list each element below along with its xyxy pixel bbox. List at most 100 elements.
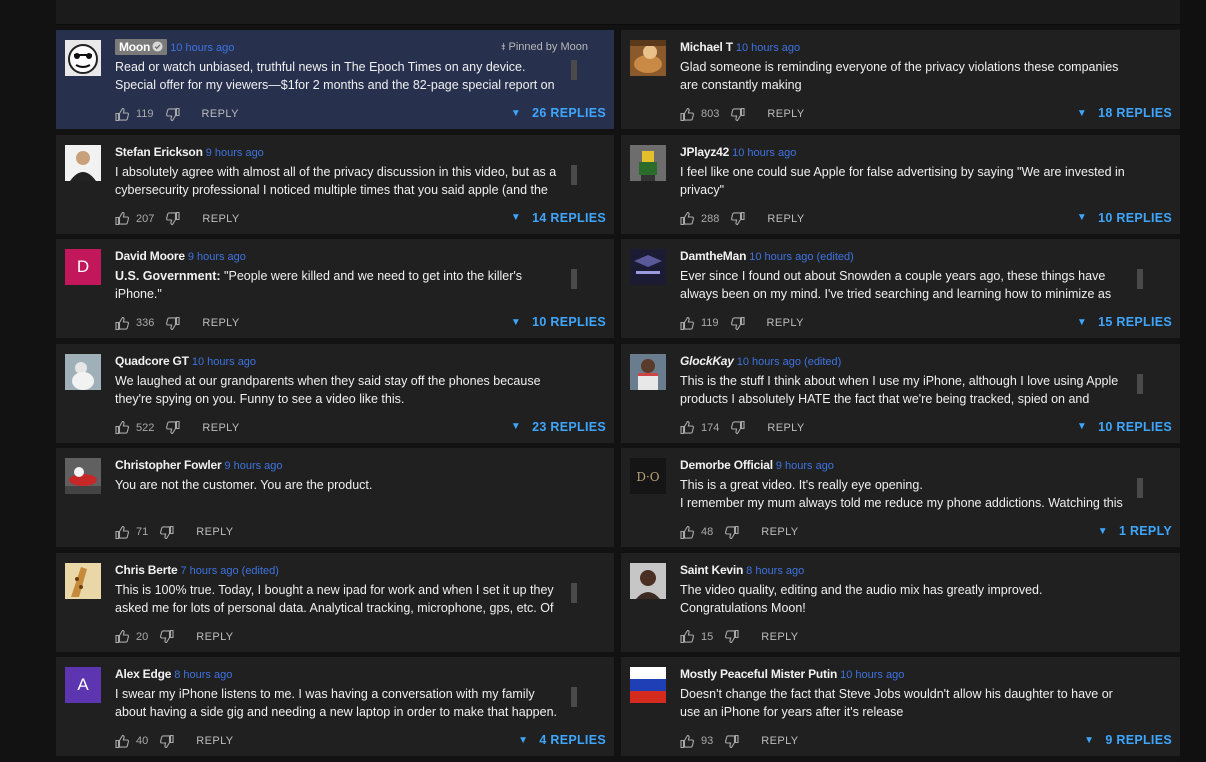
author-avatar[interactable]: D·O <box>630 458 666 494</box>
like-button[interactable] <box>115 421 129 434</box>
reply-button[interactable]: REPLY <box>202 108 239 120</box>
like-button[interactable] <box>115 525 129 539</box>
like-button[interactable] <box>680 734 694 748</box>
comment-timestamp[interactable]: 8 hours ago <box>746 565 804 577</box>
comment-scroll-thumb[interactable] <box>1137 269 1143 289</box>
like-button[interactable] <box>115 316 129 330</box>
author-name[interactable]: Chris Berte <box>115 563 178 577</box>
like-button[interactable] <box>680 421 694 434</box>
comment-timestamp[interactable]: 10 hours ago <box>192 356 256 368</box>
view-replies-button[interactable]: ▼ 15 REPLIES <box>1077 315 1172 329</box>
like-button[interactable] <box>115 734 129 748</box>
comment-timestamp[interactable]: 10 hours ago <box>736 42 800 54</box>
dislike-button[interactable] <box>160 525 174 539</box>
author-avatar[interactable] <box>65 458 101 494</box>
comment-scroll-thumb[interactable] <box>1137 373 1143 394</box>
comment-timestamp[interactable]: 9 hours ago <box>206 147 264 159</box>
author-name[interactable]: GlockKay <box>680 354 734 368</box>
author-name[interactable]: DamtheMan <box>680 249 746 263</box>
view-replies-button[interactable]: ▼ 10 REPLIES <box>511 315 606 329</box>
comment-scroll-thumb[interactable] <box>571 60 577 80</box>
like-button[interactable] <box>680 630 694 643</box>
dislike-button[interactable] <box>160 630 174 643</box>
view-replies-button[interactable]: ▼ 9 REPLIES <box>1084 733 1172 747</box>
dislike-button[interactable] <box>725 630 739 643</box>
comment-scroll-thumb[interactable] <box>1137 478 1143 498</box>
author-avatar[interactable] <box>65 40 101 76</box>
author-avatar[interactable] <box>630 144 666 181</box>
dislike-button[interactable] <box>730 316 745 330</box>
comment-timestamp[interactable]: 7 hours ago (edited) <box>181 565 279 577</box>
page-scrollbar-track[interactable] <box>1180 0 1206 762</box>
view-replies-button[interactable]: ▼ 10 REPLIES <box>1077 211 1172 225</box>
comment-timestamp[interactable]: 9 hours ago <box>776 460 834 472</box>
reply-button[interactable]: REPLY <box>761 735 798 747</box>
author-avatar[interactable] <box>630 249 666 285</box>
author-name[interactable]: David Moore <box>115 249 185 263</box>
like-button[interactable] <box>115 630 129 643</box>
dislike-button[interactable] <box>166 212 180 225</box>
like-button[interactable] <box>115 212 129 225</box>
author-avatar[interactable] <box>630 353 666 390</box>
author-avatar[interactable] <box>630 667 666 703</box>
like-button[interactable] <box>680 525 694 539</box>
dislike-button[interactable] <box>731 421 745 434</box>
dislike-button[interactable] <box>160 734 174 748</box>
dislike-button[interactable] <box>166 316 180 330</box>
author-name[interactable]: Alex Edge <box>115 667 171 681</box>
like-button[interactable] <box>680 212 694 225</box>
comment-scroll-thumb[interactable] <box>571 687 577 707</box>
dislike-button[interactable] <box>731 212 745 225</box>
author-name[interactable]: Mostly Peaceful Mister Putin <box>680 667 837 681</box>
like-button[interactable] <box>680 107 694 121</box>
view-replies-button[interactable]: ▼ 23 REPLIES <box>511 420 606 434</box>
comment-timestamp[interactable]: 10 hours ago <box>840 669 904 681</box>
comment-timestamp[interactable]: 9 hours ago <box>224 460 282 472</box>
view-replies-button[interactable]: ▼ 26 REPLIES <box>511 106 606 120</box>
dislike-button[interactable] <box>725 734 739 748</box>
view-replies-button[interactable]: ▼ 14 REPLIES <box>511 211 606 225</box>
author-name[interactable]: Christopher Fowler <box>115 458 222 472</box>
author-name[interactable]: Moon <box>115 39 168 55</box>
like-button[interactable] <box>680 316 694 330</box>
author-avatar[interactable] <box>630 40 666 76</box>
view-replies-button[interactable]: ▼ 4 REPLIES <box>518 733 606 747</box>
reply-button[interactable]: REPLY <box>196 526 233 538</box>
author-name[interactable]: Demorbe Official <box>680 458 773 472</box>
reply-button[interactable]: REPLY <box>196 735 233 747</box>
dislike-button[interactable] <box>731 107 745 121</box>
comment-scroll-thumb[interactable] <box>571 582 577 603</box>
comment-timestamp[interactable]: 10 hours ago <box>170 42 234 54</box>
comment-timestamp[interactable]: 8 hours ago <box>174 669 232 681</box>
comment-timestamp[interactable]: 9 hours ago <box>188 251 246 263</box>
author-avatar[interactable] <box>630 562 666 599</box>
comment-scroll-thumb[interactable] <box>571 164 577 185</box>
reply-button[interactable]: REPLY <box>761 631 798 643</box>
author-avatar[interactable] <box>65 353 101 390</box>
view-replies-button[interactable]: ▼ 10 REPLIES <box>1077 420 1172 434</box>
comment-scroll-thumb[interactable] <box>571 269 577 289</box>
author-name[interactable]: Michael T <box>680 40 733 54</box>
reply-button[interactable]: REPLY <box>202 317 239 329</box>
author-name[interactable]: Saint Kevin <box>680 563 743 577</box>
view-replies-button[interactable]: ▼ 1 REPLY <box>1098 524 1172 538</box>
reply-button[interactable]: REPLY <box>767 108 804 120</box>
reply-button[interactable]: REPLY <box>202 213 239 225</box>
reply-button[interactable]: REPLY <box>202 422 239 434</box>
reply-button[interactable]: REPLY <box>767 422 804 434</box>
like-button[interactable] <box>115 107 129 121</box>
author-avatar[interactable]: D <box>65 249 101 285</box>
dislike-button[interactable] <box>166 421 180 434</box>
author-name[interactable]: Quadcore GT <box>115 354 189 368</box>
reply-button[interactable]: REPLY <box>767 213 804 225</box>
author-name[interactable]: Stefan Erickson <box>115 145 203 159</box>
reply-button[interactable]: REPLY <box>767 317 804 329</box>
reply-button[interactable]: REPLY <box>761 526 798 538</box>
dislike-button[interactable] <box>165 107 180 121</box>
reply-button[interactable]: REPLY <box>196 631 233 643</box>
author-avatar[interactable] <box>65 144 101 181</box>
comment-timestamp[interactable]: 10 hours ago <box>732 147 796 159</box>
author-name[interactable]: JPlayz42 <box>680 145 729 159</box>
dislike-button[interactable] <box>725 525 739 539</box>
author-avatar[interactable]: A <box>65 667 101 703</box>
